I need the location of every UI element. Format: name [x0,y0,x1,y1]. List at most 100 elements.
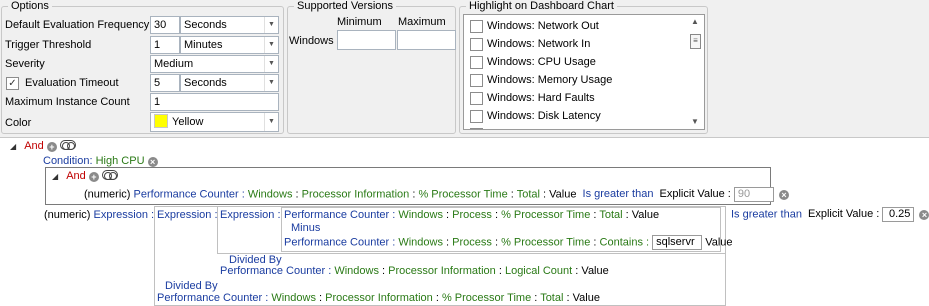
perf-counter-label[interactable]: Performance Counter : [157,292,268,304]
collapse-icon[interactable]: ◢ [52,172,58,181]
and-label[interactable]: And [24,140,44,152]
highlight-checkbox[interactable] [470,128,483,129]
highlight-checkbox[interactable] [470,56,483,69]
numeric-label: (numeric) [44,209,91,221]
counter-object[interactable]: Windows [398,236,443,248]
chevron-down-icon[interactable]: ▼ [264,56,278,72]
divided-by-label[interactable]: Divided By [165,280,218,292]
highlight-checkbox[interactable] [470,74,483,87]
process-total-line: Performance Counter : Windows : Process … [284,209,659,221]
operator-label[interactable]: Is greater than [583,188,654,200]
highlight-list[interactable]: Windows: Network Out Windows: Network In… [463,14,705,130]
explicit-value-label[interactable]: Explicit Value : [660,188,731,200]
condition-name[interactable]: High CPU [96,155,145,167]
counter-instance[interactable]: Total [599,209,622,221]
expression-label[interactable]: Expression : [94,209,155,221]
perf-counter-label[interactable]: Performance Counter : [284,236,395,248]
and-label[interactable]: And [66,170,86,182]
list-item-label: Windows: Network Out [487,20,599,32]
root-and-node: ◢ And + [10,140,76,152]
timeout-input[interactable]: 5 [150,74,180,92]
highlight-checkbox[interactable] [470,38,483,51]
windows-min-version-input[interactable] [337,30,396,50]
counter-category[interactable]: Processor Information [302,188,410,200]
value-word: Value [581,265,609,277]
list-item-label: Windows: Memory Usage [487,74,613,86]
counter-object[interactable]: Windows [334,265,379,277]
scrollbar[interactable]: ▲ ≡ ▼ [687,15,704,129]
scroll-down-icon[interactable]: ▼ [691,117,699,126]
frequency-unit-value: Seconds [184,19,227,31]
scroll-up-icon[interactable]: ▲ [691,17,699,26]
counter-instance[interactable]: Total [517,188,540,200]
severity-select[interactable]: Medium ▼ [150,55,279,73]
versions-min-header: Minimum [337,16,382,28]
perf-counter-label[interactable]: Performance Counter : [220,265,331,277]
perf-counter-label[interactable]: Performance Counter : [284,209,395,221]
frequency-unit-select[interactable]: Seconds ▼ [180,16,279,34]
separator: : [319,292,323,304]
contains-value-input[interactable]: sqlservr [652,235,703,250]
expression-label[interactable]: Expression : [157,209,218,221]
counter-name[interactable]: % Processor Time [418,188,507,200]
windows-max-version-input[interactable] [397,30,456,50]
expression-label-2: Expression : [157,209,218,221]
chevron-down-icon[interactable]: ▼ [264,75,278,91]
add-icon[interactable]: + [88,172,99,182]
separator: : [593,209,597,221]
chevron-down-icon[interactable]: ▼ [264,37,278,53]
counter-name[interactable]: % Processor Time [501,209,590,221]
threshold-value-input[interactable]: 0.25 [882,207,915,222]
remove-icon[interactable]: × [778,190,789,201]
remove-icon[interactable]: × [147,157,158,167]
counter-category[interactable]: Processor Information [388,265,496,277]
separator: : [494,236,499,249]
separator: : [593,236,597,249]
highlight-legend: Highlight on Dashboard Chart [469,0,614,12]
cpu-condition-line: (numeric) Performance Counter : Windows … [84,187,789,202]
toggle-group-icon[interactable] [59,140,76,150]
expression-label[interactable]: Expression : [220,209,281,221]
operator-label[interactable]: Is greater than [731,208,802,220]
outer-comparison: Is greater than Explicit Value : 0.25 × [731,207,929,222]
counter-object[interactable]: Windows [248,188,293,200]
list-item-label: Windows: Disk Latency [487,110,601,122]
counter-name[interactable]: % Processor Time [501,236,590,248]
contains-label[interactable]: Contains : [600,236,650,248]
counter-object[interactable]: Windows [398,209,443,221]
toggle-group-icon[interactable] [101,170,118,180]
minus-label[interactable]: Minus [291,222,320,234]
highlight-checkbox[interactable] [470,92,483,105]
color-select[interactable]: Yellow ▼ [150,112,279,132]
frequency-input[interactable]: 30 [150,16,180,34]
color-swatch [154,114,168,128]
condition-node: Condition: High CPU × [43,155,158,167]
timeout-checkbox[interactable]: ✓ [6,77,19,90]
highlight-checkbox[interactable] [470,110,483,123]
counter-category[interactable]: Process [452,209,492,221]
counter-category[interactable]: Process [452,236,492,248]
counter-object[interactable]: Windows [271,292,316,304]
counter-name[interactable]: % Processor Time [442,292,531,304]
threshold-value-input[interactable]: 90 [733,187,774,202]
separator: : [575,265,579,277]
add-icon[interactable]: + [46,142,57,152]
perf-counter-label[interactable]: Performance Counter : [134,188,245,200]
explicit-value-label[interactable]: Explicit Value : [808,208,879,220]
threshold-input[interactable]: 1 [150,36,180,54]
counter-name[interactable]: Logical Count [505,265,572,277]
max-instance-input[interactable]: 1 [150,93,279,111]
scroll-thumb[interactable]: ≡ [690,34,701,49]
counter-instance[interactable]: Total [540,292,563,304]
remove-icon[interactable]: × [919,210,929,221]
collapse-icon[interactable]: ◢ [10,142,16,151]
separator: : [625,209,629,221]
chevron-down-icon[interactable]: ▼ [264,17,278,33]
threshold-unit-select[interactable]: Minutes ▼ [180,36,279,54]
highlight-checkbox[interactable] [470,20,483,33]
timeout-unit-select[interactable]: Seconds ▼ [180,74,279,92]
chevron-down-icon[interactable]: ▼ [264,113,278,131]
counter-category[interactable]: Processor Information [325,292,433,304]
value-word: Value [572,292,600,304]
color-value: Yellow [172,116,204,128]
